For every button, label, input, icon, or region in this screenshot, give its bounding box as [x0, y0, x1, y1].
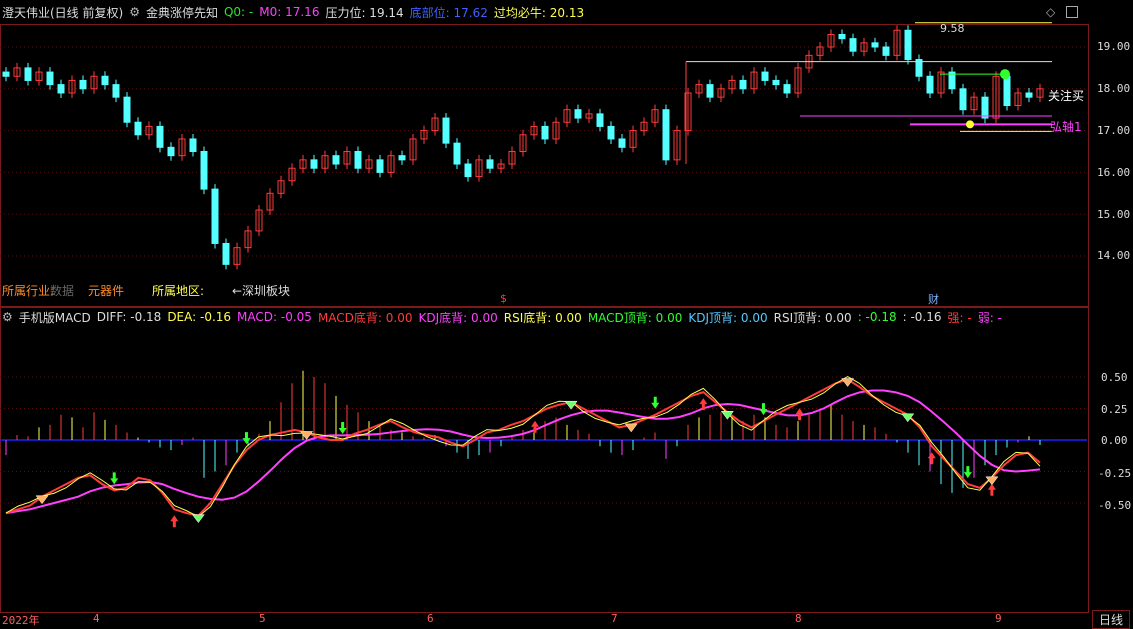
candle-body	[486, 159, 494, 169]
period-tab[interactable]: 日线	[1092, 610, 1131, 629]
time-tick: 4	[93, 612, 100, 625]
diamond-signal-icon	[300, 431, 314, 440]
candle-body	[574, 109, 582, 119]
candle-body	[2, 71, 10, 77]
down-arrow-icon	[651, 396, 660, 409]
down-arrow-icon	[963, 466, 972, 479]
candle-body	[772, 79, 780, 86]
candle-body	[1025, 92, 1033, 98]
candle-body	[189, 138, 197, 153]
region-value: ←深圳板块	[232, 284, 291, 298]
pivot-label: 弘轴1	[1050, 120, 1082, 134]
signal-line	[5, 376, 1041, 518]
sector-label: 所属行业:	[2, 284, 55, 298]
cai-marker: 财	[928, 293, 939, 306]
sector-extra: 数据	[50, 284, 75, 298]
candle-body	[838, 33, 846, 40]
candle-body	[706, 84, 714, 98]
up-arrow-icon	[927, 452, 936, 465]
up-arrow-icon	[170, 515, 179, 528]
time-tick: 5	[259, 612, 266, 625]
candle-body	[101, 75, 109, 86]
time-tick: 8	[795, 612, 802, 625]
up-arrow-icon	[795, 408, 804, 421]
candle-body	[981, 96, 989, 119]
candle-body	[167, 146, 175, 157]
candle-body	[453, 142, 461, 165]
diamond-signal-icon	[191, 514, 205, 524]
candle-body	[79, 79, 87, 90]
candle-body	[1003, 75, 1011, 107]
candle-body	[871, 42, 879, 48]
candle-body	[959, 88, 967, 111]
candle-body	[222, 242, 230, 265]
candle-body	[442, 117, 450, 144]
region-label: 所属地区:	[152, 284, 205, 298]
candle-body	[57, 84, 65, 94]
buy-signal-dot	[1000, 69, 1010, 80]
candle-body	[46, 71, 54, 86]
candle-body	[761, 71, 769, 81]
candle-body	[123, 96, 131, 123]
candle-body	[607, 125, 615, 140]
candle-body	[541, 125, 549, 140]
candle-body	[211, 188, 219, 244]
candle-body	[882, 46, 890, 56]
dollar-marker: $	[500, 292, 507, 305]
time-tick: 7	[611, 612, 618, 625]
candle-body	[849, 38, 857, 52]
down-arrow-icon	[759, 403, 768, 416]
candle-body	[112, 84, 120, 98]
candle-body	[926, 75, 934, 94]
industry-value: 元器件	[88, 284, 125, 298]
candle-body	[200, 151, 208, 190]
candle-body	[783, 84, 791, 94]
down-arrow-icon	[338, 422, 347, 434]
pivot-dot	[966, 120, 974, 129]
candle-body	[464, 163, 472, 178]
time-tick: 9	[995, 612, 1002, 625]
candle-body	[134, 121, 142, 136]
time-tick: 2022年	[2, 614, 40, 627]
candle-body	[596, 113, 604, 127]
candle-body	[332, 155, 340, 165]
candle-body	[398, 155, 406, 161]
focus-buy-label: 关注买	[1048, 89, 1085, 103]
candle-body	[156, 125, 164, 148]
down-arrow-icon	[242, 432, 251, 445]
diff-line	[5, 378, 1041, 517]
candle-body	[24, 67, 32, 81]
diamond-signal-icon	[624, 423, 638, 433]
up-arrow-icon	[987, 483, 996, 496]
candle-body	[354, 151, 362, 169]
candle-body	[376, 159, 384, 173]
candle-body	[662, 109, 670, 161]
down-arrow-icon	[110, 472, 119, 485]
high-price-label: 9.58	[940, 22, 965, 35]
candlestick-chart[interactable]	[0, 0, 1133, 625]
candle-body	[618, 138, 626, 148]
time-tick: 6	[427, 612, 434, 625]
candle-body	[739, 79, 747, 90]
candle-body	[310, 159, 318, 169]
candle-body	[904, 29, 912, 61]
